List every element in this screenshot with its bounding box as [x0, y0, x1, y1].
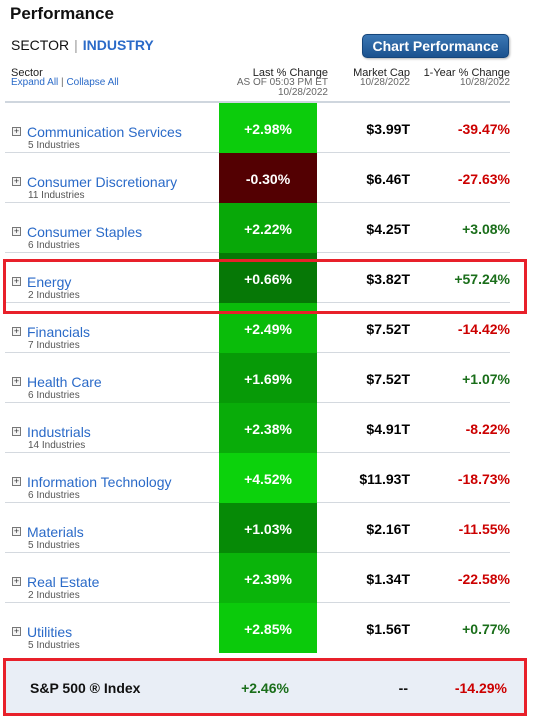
- sector-row: + Utilities 5 Industries +2.85% $1.56T +0.77%: [5, 603, 510, 653]
- market-cap-value: $7.52T: [366, 321, 410, 337]
- sector-name-link[interactable]: Consumer Discretionary: [27, 174, 177, 190]
- industry-count: 7 Industries: [28, 340, 80, 351]
- column-header-market-cap: Market Cap 10/28/2022: [340, 68, 410, 88]
- year-change-value: +0.77%: [462, 621, 510, 637]
- sector-row: + Consumer Discretionary 11 Industries -0.3…: [5, 153, 510, 203]
- year-change-value: +3.08%: [462, 221, 510, 237]
- index-year-change: -14.29%: [454, 680, 507, 696]
- year-change-value: -39.47%: [457, 121, 510, 137]
- last-change-cell: +4.52%: [219, 453, 317, 503]
- sector-name-link[interactable]: Consumer Staples: [27, 224, 142, 240]
- view-toggle: SECTOR | INDUSTRY: [11, 37, 154, 53]
- expand-plus-icon[interactable]: +: [12, 127, 21, 136]
- sector-row: + Industrials 14 Industries +2.38% $4.91T -8.…: [5, 403, 510, 453]
- expand-plus-icon[interactable]: +: [12, 477, 21, 486]
- last-change-cell: +2.39%: [219, 553, 317, 603]
- expand-plus-icon[interactable]: +: [12, 327, 21, 336]
- index-last-change: +2.46%: [241, 680, 289, 696]
- last-change-cell: +2.98%: [219, 103, 317, 153]
- expand-plus-icon[interactable]: +: [12, 577, 21, 586]
- last-change-cell: +2.85%: [219, 603, 317, 653]
- market-cap-value: $6.46T: [366, 171, 410, 187]
- last-change-cell: -0.30%: [219, 153, 317, 203]
- links-separator: |: [61, 77, 64, 88]
- sector-name-link[interactable]: Utilities: [27, 624, 72, 640]
- column-header-year-change: 1-Year % Change 10/28/2022: [418, 68, 510, 88]
- year-change-value: -18.73%: [457, 471, 510, 487]
- year-change-value: +57.24%: [454, 271, 510, 287]
- sector-row: + Health Care 6 Industries +1.69% $7.52T +1.0…: [5, 353, 510, 403]
- year-change-value: -14.42%: [457, 321, 510, 337]
- sector-name-link[interactable]: Health Care: [27, 374, 102, 390]
- year-change-value: -27.63%: [457, 171, 510, 187]
- chart-performance-button[interactable]: Chart Performance: [362, 34, 509, 58]
- column-header-last-change: Last % Change AS OF 05:03 PM ET 10/28/20…: [210, 68, 328, 98]
- expand-plus-icon[interactable]: +: [12, 227, 21, 236]
- market-cap-value: $3.82T: [366, 271, 410, 287]
- toggle-separator: |: [74, 37, 78, 53]
- year-change-value: -22.58%: [457, 571, 510, 587]
- industry-count: 14 Industries: [28, 440, 86, 451]
- industry-count: 5 Industries: [28, 540, 80, 551]
- index-market-cap: --: [398, 680, 408, 696]
- sector-row: + Consumer Staples 6 Industries +2.22% $4.25…: [5, 203, 510, 253]
- industry-count: 5 Industries: [28, 140, 80, 151]
- sector-row: + Energy 2 Industries +0.66% $3.82T +57.24%: [5, 253, 510, 303]
- page-title: Performance: [10, 4, 114, 23]
- tab-industry[interactable]: INDUSTRY: [83, 37, 154, 53]
- market-cap-value: $11.93T: [359, 471, 410, 487]
- expand-plus-icon[interactable]: +: [12, 277, 21, 286]
- industry-count: 11 Industries: [28, 190, 85, 201]
- last-change-cell: +2.38%: [219, 403, 317, 453]
- sector-name-link[interactable]: Financials: [27, 324, 90, 340]
- market-cap-value: $1.56T: [366, 621, 410, 637]
- market-cap-value: $3.99T: [366, 121, 410, 137]
- industry-count: 6 Industries: [28, 490, 80, 501]
- sector-row: + Information Technology 6 Industries +4.52…: [5, 453, 510, 503]
- expand-plus-icon[interactable]: +: [12, 377, 21, 386]
- sector-name-link[interactable]: Communication Services: [27, 124, 182, 140]
- sector-row: + Materials 5 Industries +1.03% $2.16T -11.55…: [5, 503, 510, 553]
- expand-plus-icon[interactable]: +: [12, 527, 21, 536]
- market-cap-value: $1.34T: [366, 571, 410, 587]
- last-change-cell: +2.22%: [219, 203, 317, 253]
- expand-plus-icon[interactable]: +: [12, 177, 21, 186]
- market-cap-value: $2.16T: [366, 521, 410, 537]
- industry-count: 5 Industries: [28, 640, 80, 651]
- industry-count: 6 Industries: [28, 390, 80, 401]
- sector-name-link[interactable]: Industrials: [27, 424, 91, 440]
- column-header-sector: Sector Expand All | Collapse All: [11, 68, 119, 88]
- collapse-all-link[interactable]: Collapse All: [66, 77, 118, 88]
- sp500-index-row: S&P 500 ® Index +2.46% -- -14.29%: [3, 658, 527, 716]
- sector-table: + Communication Services 5 Industries +2.98…: [0, 103, 533, 653]
- last-change-cell: +0.66%: [219, 253, 317, 303]
- last-change-cell: +2.49%: [219, 303, 317, 353]
- industry-count: 6 Industries: [28, 240, 80, 251]
- market-cap-value: $4.25T: [366, 221, 410, 237]
- year-change-value: -11.55%: [458, 521, 510, 537]
- expand-plus-icon[interactable]: +: [12, 427, 21, 436]
- market-cap-value: $7.52T: [366, 371, 410, 387]
- industry-count: 2 Industries: [28, 590, 80, 601]
- sector-name-link[interactable]: Information Technology: [27, 474, 172, 490]
- tab-sector[interactable]: SECTOR: [11, 37, 69, 53]
- market-cap-date: 10/28/2022: [359, 77, 410, 88]
- year-change-value: -8.22%: [465, 421, 510, 437]
- last-change-date: 10/28/2022: [277, 87, 328, 98]
- expand-all-link[interactable]: Expand All: [11, 77, 58, 88]
- sector-row: + Financials 7 Industries +2.49% $7.52T -14.4…: [5, 303, 510, 353]
- last-change-cell: +1.03%: [219, 503, 317, 553]
- sector-row: + Communication Services 5 Industries +2.98…: [5, 103, 510, 153]
- sector-row: + Real Estate 2 Industries +2.39% $1.34T -22.…: [5, 553, 510, 603]
- market-cap-value: $4.91T: [366, 421, 410, 437]
- year-change-date: 10/28/2022: [459, 77, 510, 88]
- expand-plus-icon[interactable]: +: [12, 627, 21, 636]
- sector-name-link[interactable]: Materials: [27, 524, 84, 540]
- index-name: S&P 500 ® Index: [30, 680, 141, 696]
- year-change-value: +1.07%: [462, 371, 510, 387]
- sector-name-link[interactable]: Energy: [27, 274, 71, 290]
- industry-count: 2 Industries: [28, 290, 80, 301]
- sector-name-link[interactable]: Real Estate: [27, 574, 99, 590]
- last-change-cell: +1.69%: [219, 353, 317, 403]
